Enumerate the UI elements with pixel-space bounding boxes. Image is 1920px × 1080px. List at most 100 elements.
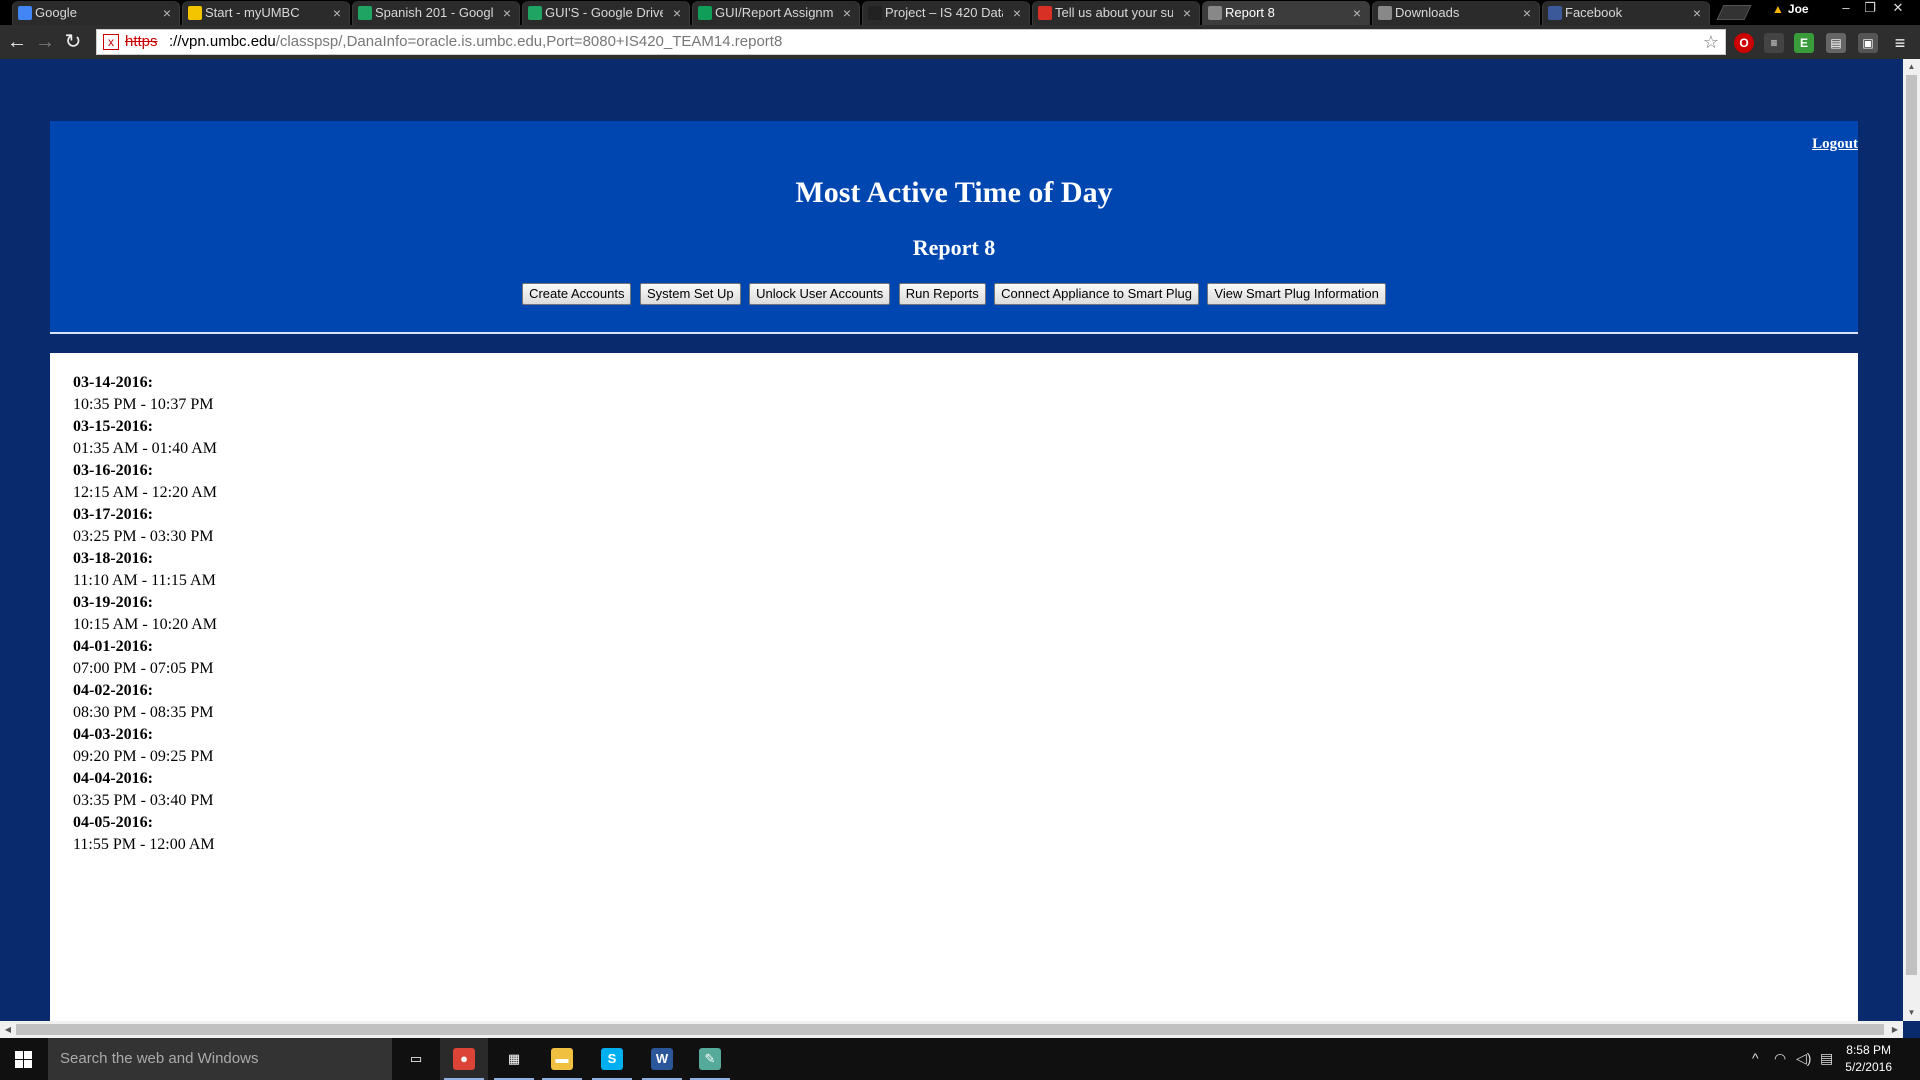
reload-button[interactable]: ↻ <box>62 32 84 54</box>
opera-extension-icon[interactable]: O <box>1734 33 1754 53</box>
report-date: 03-16-2016: <box>73 462 153 479</box>
report-date: 03-18-2016: <box>73 550 153 567</box>
bookmark-star-icon[interactable]: ☆ <box>1703 30 1719 54</box>
report-date: 04-01-2016: <box>73 638 153 655</box>
vertical-scrollbar[interactable]: ▲ ▼ <box>1903 59 1920 1021</box>
tab-close-icon[interactable]: × <box>1523 1 1531 25</box>
close-window-button[interactable]: ✕ <box>1886 0 1910 18</box>
taskbar-search-input[interactable]: Search the web and Windows <box>48 1038 392 1080</box>
forward-button[interactable]: → <box>34 32 56 54</box>
view-smart-plug-info-button[interactable]: View Smart Plug Information <box>1207 283 1386 305</box>
create-accounts-button[interactable]: Create Accounts <box>522 283 632 305</box>
report-date: 04-02-2016: <box>73 682 153 699</box>
tab-close-icon[interactable]: × <box>1353 1 1361 25</box>
report-date: 03-17-2016: <box>73 506 153 523</box>
tab-title: Project – IS 420 Datal <box>885 5 1003 20</box>
tab-close-icon[interactable]: × <box>1183 1 1191 25</box>
action-center-icon[interactable]: ▤ <box>1820 1050 1833 1067</box>
report-entry: 04-03-2016: 09:20 PM - 09:25 PM <box>73 724 217 768</box>
scroll-thumb[interactable] <box>16 1024 1884 1035</box>
extension-icon[interactable]: ▣ <box>1858 33 1878 53</box>
browser-tab[interactable]: Project – IS 420 Datal × <box>862 1 1030 25</box>
tab-close-icon[interactable]: × <box>673 1 681 25</box>
tab-close-icon[interactable]: × <box>1013 1 1021 25</box>
extension-icon[interactable]: ▤ <box>1826 33 1846 53</box>
taskbar-clock[interactable]: 8:58 PM 5/2/2016 <box>1845 1042 1892 1076</box>
volume-icon[interactable]: ◁) <box>1796 1050 1811 1067</box>
system-set-up-button[interactable]: System Set Up <box>639 283 741 305</box>
browser-tab[interactable]: Facebook × <box>1542 1 1710 25</box>
connect-appliance-button[interactable]: Connect Appliance to Smart Plug <box>994 283 1199 305</box>
browser-tab[interactable]: Report 8 × <box>1202 1 1370 25</box>
start-button[interactable] <box>0 1038 48 1080</box>
network-icon[interactable]: ◠ <box>1774 1050 1786 1067</box>
windows-taskbar: Search the web and Windows ^ ◠ ◁) ▤ 8:58… <box>0 1038 1920 1080</box>
chrome-menu-icon[interactable]: ≡ <box>1890 33 1910 53</box>
report-time-range: 03:25 PM - 03:30 PM <box>73 528 214 545</box>
restore-button[interactable]: ❐ <box>1858 0 1882 18</box>
report-entry: 04-04-2016: 03:35 PM - 03:40 PM <box>73 768 217 812</box>
back-button[interactable]: ← <box>6 32 28 54</box>
taskbar-app-button[interactable]: S <box>588 1038 636 1080</box>
tab-close-icon[interactable]: × <box>503 1 511 25</box>
taskbar-app-button[interactable]: W <box>638 1038 686 1080</box>
scroll-left-arrow-icon[interactable]: ◀ <box>0 1021 16 1038</box>
taskbar-app-button[interactable]: ▭ <box>392 1038 440 1080</box>
tab-title: Downloads <box>1395 5 1460 20</box>
unlock-user-accounts-button[interactable]: Unlock User Accounts <box>749 283 891 305</box>
gmail-icon <box>1038 6 1052 20</box>
tab-title: Start - myUMBC <box>205 5 300 20</box>
scroll-up-arrow-icon[interactable]: ▲ <box>1903 59 1920 75</box>
chrome-icon: ● <box>453 1048 475 1070</box>
minimize-button[interactable]: – <box>1834 0 1858 18</box>
horizontal-scrollbar[interactable]: ◀ ▶ <box>0 1021 1903 1038</box>
browser-tab[interactable]: Google × <box>12 1 180 25</box>
google-icon <box>18 6 32 20</box>
report-entry: 03-17-2016: 03:25 PM - 03:30 PM <box>73 504 217 548</box>
system-tray: ^ ◠ ◁) ▤ 8:58 PM 5/2/2016 <box>1720 1038 1920 1080</box>
tab-title: Google <box>35 5 77 20</box>
taskbar-app-button[interactable]: ▬ <box>538 1038 586 1080</box>
taskbar-app-button[interactable]: ▦ <box>490 1038 538 1080</box>
report-time-range: 12:15 AM - 12:20 AM <box>73 484 218 501</box>
tab-title: Tell us about your sur <box>1055 5 1173 20</box>
browser-tab[interactable]: GUI'S - Google Drive × <box>522 1 690 25</box>
scroll-right-arrow-icon[interactable]: ▶ <box>1887 1021 1903 1038</box>
report-entry: 03-15-2016: 01:35 AM - 01:40 AM <box>73 416 217 460</box>
scroll-thumb[interactable] <box>1906 75 1917 975</box>
browser-tab[interactable]: Start - myUMBC × <box>182 1 350 25</box>
browser-tab[interactable]: GUI/Report Assignme × <box>692 1 860 25</box>
report-time-range: 01:35 AM - 01:40 AM <box>73 440 218 457</box>
report-entry: 04-05-2016: 11:55 PM - 12:00 AM <box>73 812 217 856</box>
browser-tab-strip: Google × Start - myUMBC × Spanish 201 - Goog… <box>0 0 1920 25</box>
browser-tab[interactable]: Downloads × <box>1372 1 1540 25</box>
google-drive-icon <box>528 6 542 20</box>
tab-close-icon[interactable]: × <box>163 1 171 25</box>
page-viewport: Logout Most Active Time of Day Report 8 … <box>0 59 1903 1021</box>
report-date: 03-19-2016: <box>73 594 153 611</box>
windows-logo-icon <box>15 1051 32 1068</box>
report-time-range: 09:20 PM - 09:25 PM <box>73 748 214 765</box>
extension-icon[interactable]: ≡ <box>1764 33 1784 53</box>
logout-link[interactable]: Logout <box>1812 136 1858 153</box>
address-bar[interactable]: x https ://vpn.umbc.edu/classpsp/,DanaIn… <box>96 29 1726 55</box>
run-reports-button[interactable]: Run Reports <box>898 283 986 305</box>
show-hidden-icons-icon[interactable]: ^ <box>1752 1050 1759 1066</box>
tab-close-icon[interactable]: × <box>843 1 851 25</box>
taskbar-app-button[interactable]: ● <box>440 1038 488 1080</box>
tab-title: GUI'S - Google Drive <box>545 5 663 20</box>
browser-tab[interactable]: Tell us about your sur × <box>1032 1 1200 25</box>
evernote-extension-icon[interactable]: E <box>1794 33 1814 53</box>
url-scheme: https <box>125 33 158 50</box>
browser-tab[interactable]: Spanish 201 - Google × <box>352 1 520 25</box>
report-entry: 04-01-2016: 07:00 PM - 07:05 PM <box>73 636 217 680</box>
scroll-down-arrow-icon[interactable]: ▼ <box>1903 1005 1920 1021</box>
page-icon <box>1208 6 1222 20</box>
report-list: 03-14-2016: 10:35 PM - 10:37 PM 03-15-201… <box>73 372 217 856</box>
profile-button[interactable]: ▲ Joe <box>1772 0 1809 18</box>
taskbar-app-button[interactable]: ✎ <box>686 1038 734 1080</box>
tab-close-icon[interactable]: × <box>333 1 341 25</box>
google-drive-icon <box>358 6 372 20</box>
tab-close-icon[interactable]: × <box>1693 1 1701 25</box>
tab-title: Report 8 <box>1225 5 1275 20</box>
